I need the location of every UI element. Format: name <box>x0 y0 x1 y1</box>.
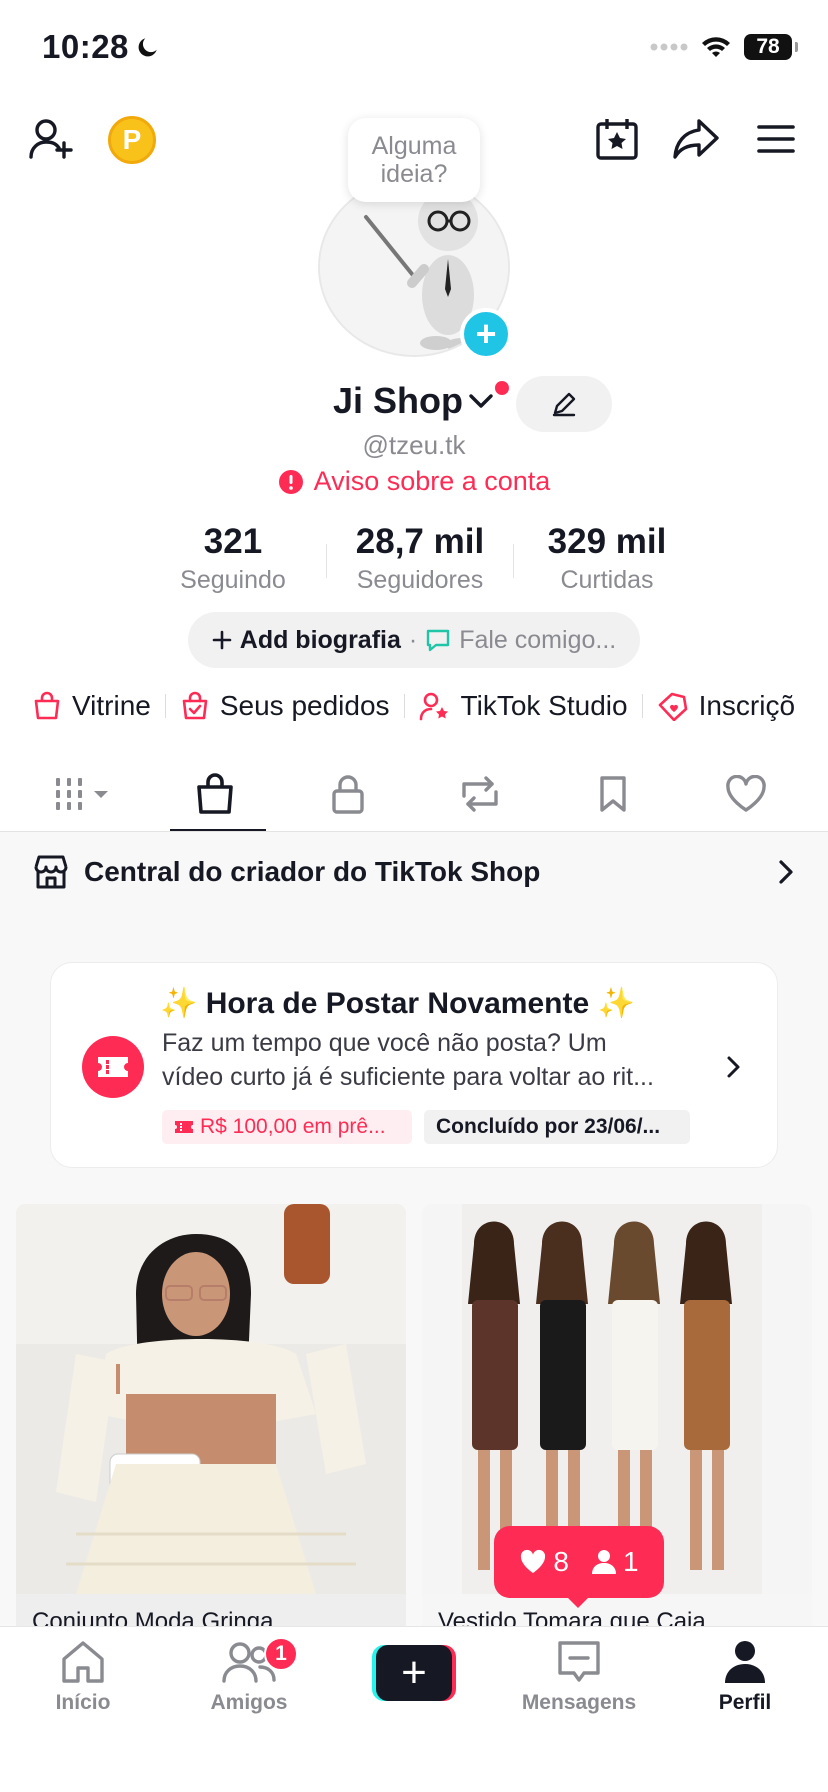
lock-icon <box>331 775 364 814</box>
nav-friends[interactable]: Amigos 1 <box>174 1637 324 1715</box>
bottom-navigation: Início Amigos 1 + Mensagens Perfil <box>0 1626 828 1792</box>
person-icon <box>592 1550 616 1574</box>
heart-icon <box>521 1549 546 1573</box>
bio-separator: · <box>408 625 418 654</box>
pencil-icon <box>552 392 576 417</box>
ticket-icon <box>98 1057 128 1077</box>
add-avatar-button[interactable]: + <box>460 308 512 360</box>
message-me-label[interactable]: Fale comigo... <box>459 626 616 655</box>
link-divider <box>164 694 166 718</box>
inbox-message-icon <box>558 1641 600 1682</box>
chevron-right-icon <box>779 860 793 884</box>
shopping-bag-icon <box>196 773 233 814</box>
quick-link-subscriptions[interactable]: Inscriçõ <box>657 690 795 722</box>
profile-stats: 321 Seguindo 28,7 mil Seguidores 329 mil… <box>140 522 700 595</box>
new-followers-count: 1 <box>591 1546 639 1578</box>
nav-messages[interactable]: Mensagens <box>504 1639 654 1715</box>
person-add-icon <box>29 119 73 159</box>
account-warning-text: Aviso sobre a conta <box>313 466 551 496</box>
order-bag-check-icon <box>182 691 208 720</box>
tab-private[interactable] <box>286 756 410 832</box>
chevron-down-icon <box>469 394 493 408</box>
account-warning[interactable]: Aviso sobre a conta <box>0 466 828 497</box>
quick-link-studio[interactable]: TikTok Studio <box>419 690 628 722</box>
notification-dot <box>495 381 509 395</box>
plus-icon: + <box>376 1645 452 1701</box>
bio-pill[interactable]: Add biografia · Fale comigo... <box>188 612 640 668</box>
hamburger-menu-icon <box>757 125 795 153</box>
plus-icon: + <box>475 313 497 354</box>
tab-liked[interactable] <box>684 756 808 832</box>
home-icon <box>62 1641 104 1683</box>
coin-icon: P <box>122 124 142 155</box>
storefront-icon <box>34 855 68 889</box>
person-star-icon <box>419 692 448 721</box>
creator-center-label: Central do criador do TikTok Shop <box>84 856 541 887</box>
coins-button[interactable]: P <box>108 116 156 164</box>
stat-likes[interactable]: 329 mil Curtidas <box>514 522 700 595</box>
product-image <box>16 1204 406 1594</box>
account-switch-caret[interactable] <box>467 381 509 411</box>
tab-saved[interactable] <box>551 756 675 832</box>
battery-icon: 78 <box>744 34 798 60</box>
profile-name: Ji Shop <box>332 380 463 421</box>
friends-badge: 1 <box>264 1637 298 1671</box>
promo-card-title: ✨ Hora de Postar Novamente ✨ <box>160 987 635 1020</box>
profile-person-icon <box>725 1641 765 1683</box>
content-tabs <box>20 756 808 832</box>
notification-tail <box>566 1596 590 1608</box>
promo-card-description: Faz um tempo que você não posta? Um víde… <box>162 1029 654 1091</box>
bookmark-icon <box>600 776 626 812</box>
link-divider <box>403 694 405 718</box>
create-button[interactable]: + <box>372 1645 456 1701</box>
quick-link-orders[interactable]: Seus pedidos <box>180 690 390 722</box>
profile-name-row[interactable]: Ji Shop <box>0 380 828 422</box>
shopping-bag-icon <box>34 691 60 720</box>
stat-following[interactable]: 321 Seguindo <box>140 522 326 595</box>
add-friend-button[interactable] <box>26 114 76 164</box>
share-arrow-icon <box>673 119 719 159</box>
wifi-icon <box>702 37 730 57</box>
username: @tzeu.tk <box>362 430 466 460</box>
add-bio-label[interactable]: Add biografia <box>240 626 401 655</box>
calendar-star-icon <box>596 119 638 160</box>
promo-card-arrow[interactable] <box>724 1054 742 1080</box>
promo-card-icon <box>82 1036 144 1098</box>
plus-icon <box>212 630 232 650</box>
idea-tooltip[interactable]: Alguma ideia? <box>348 118 480 202</box>
repost-icon <box>462 776 499 812</box>
menu-button[interactable] <box>754 118 798 160</box>
product-card[interactable]: Conjunto Moda Gringa <box>16 1204 406 1634</box>
tag-heart-icon <box>658 692 687 721</box>
stat-followers[interactable]: 28,7 mil Seguidores <box>327 522 513 595</box>
status-time: 10:28 <box>42 28 161 66</box>
tab-grid[interactable] <box>20 756 144 832</box>
heart-outline-icon <box>726 775 766 812</box>
status-time-text: 10:28 <box>42 28 129 65</box>
status-indicators: 78 <box>650 34 798 60</box>
events-button[interactable] <box>592 114 642 164</box>
ticket-icon <box>175 1121 193 1133</box>
nav-profile[interactable]: Perfil <box>670 1639 820 1715</box>
creator-center-row[interactable]: Central do criador do TikTok Shop <box>0 832 828 912</box>
chevron-right-icon <box>727 1056 740 1078</box>
quick-link-vitrine[interactable]: Vitrine <box>32 690 151 722</box>
link-divider <box>641 694 643 718</box>
moon-icon <box>138 38 157 57</box>
chat-bubble-icon <box>427 629 450 652</box>
reward-chip: R$ 100,00 em prê... <box>162 1110 412 1144</box>
deadline-chip: Concluído por 23/06/... <box>424 1110 690 1144</box>
signal-dots-icon <box>650 43 688 51</box>
alert-circle-icon <box>278 469 303 494</box>
tab-shop[interactable] <box>153 756 277 832</box>
likes-count: 8 <box>519 1546 569 1578</box>
nav-home[interactable]: Início <box>8 1639 158 1715</box>
quick-links: Vitrine Seus pedidos TikTok Studio Inscr… <box>32 690 795 722</box>
activity-notification[interactable]: 8 1 <box>494 1526 664 1598</box>
share-profile-button[interactable] <box>670 114 722 164</box>
grid-columns-icon <box>56 778 108 810</box>
edit-profile-button[interactable] <box>516 376 612 432</box>
tab-reposts[interactable] <box>418 756 542 832</box>
